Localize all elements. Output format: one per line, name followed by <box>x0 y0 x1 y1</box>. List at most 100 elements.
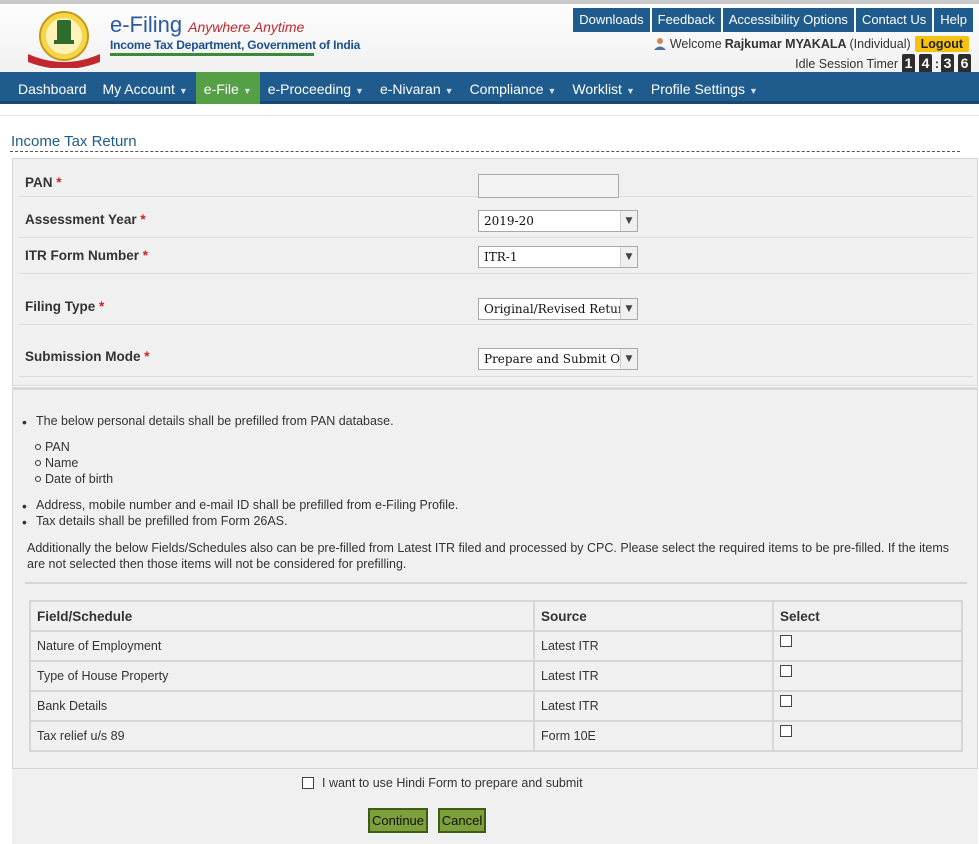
filing-type-select[interactable]: Original/Revised Return ▼ <box>478 298 638 320</box>
info-bullet: Tax details shall be prefilled from Form… <box>22 514 287 530</box>
chevron-down-icon: ▼ <box>547 86 557 96</box>
department-name: Income Tax Department, Government of Ind… <box>110 38 361 52</box>
nav-compliance[interactable]: Compliance ▼ <box>462 72 565 104</box>
select-checkbox[interactable] <box>780 634 792 647</box>
sub-nav-strip <box>0 104 979 116</box>
source-cell: Latest ITR <box>533 690 774 722</box>
info-bullet: The below personal details shall be pref… <box>22 414 394 430</box>
chevron-down-icon: ▼ <box>625 86 635 96</box>
feedback-link[interactable]: Feedback <box>651 8 721 32</box>
source-cell: Latest ITR <box>533 630 774 662</box>
nav-label: Profile Settings <box>650 81 746 97</box>
select-cell <box>772 660 963 692</box>
brand-underline <box>110 53 314 56</box>
prefill-note: Additionally the below Fields/Schedules … <box>27 541 949 571</box>
select-checkbox[interactable] <box>780 664 792 677</box>
nav-profile-settings[interactable]: Profile Settings ▼ <box>643 72 766 104</box>
info-sub-item: Date of birth <box>35 472 113 486</box>
source-cell: Latest ITR <box>533 660 774 692</box>
nav-e-file[interactable]: e-File ▼ <box>195 72 260 104</box>
divider <box>25 582 967 584</box>
nav-label: Compliance <box>469 81 544 97</box>
nav-label: e-File <box>203 81 239 97</box>
logout-button[interactable]: Logout <box>914 36 969 52</box>
assessment-year-row: Assessment Year * 2019-20 ▼ <box>19 202 973 238</box>
hindi-form-label: I want to use Hindi Form to prepare and … <box>322 776 583 790</box>
page-title: Income Tax Return <box>11 133 137 150</box>
prefill-info-panel: The below personal details shall be pref… <box>12 387 978 769</box>
itr-form-select[interactable]: ITR-1 ▼ <box>478 246 638 268</box>
chevron-down-icon: ▼ <box>620 211 637 231</box>
nav-label: e-Proceeding <box>267 81 352 97</box>
assessment-year-label: Assessment Year * <box>25 212 146 227</box>
emblem-logo <box>28 11 100 68</box>
nav-label: My Account <box>102 81 175 97</box>
source-cell: Form 10E <box>533 720 774 752</box>
filing-type-label: Filing Type * <box>25 299 105 314</box>
contact-us-link[interactable]: Contact Us <box>855 8 933 32</box>
accessibility-options-link[interactable]: Accessibility Options <box>722 8 854 32</box>
chevron-down-icon: ▼ <box>444 86 454 96</box>
timer-colon: : <box>934 56 940 71</box>
idle-session-timer: Idle Session Timer 1 4 : 3 6 <box>795 54 971 73</box>
timer-digit: 6 <box>958 54 971 73</box>
chevron-down-icon: ▼ <box>620 349 637 369</box>
submission-mode-select[interactable]: Prepare and Submit Online ▼ <box>478 348 638 370</box>
nav-dashboard[interactable]: Dashboard <box>10 72 95 104</box>
assessment-year-select[interactable]: 2019-20 ▼ <box>478 210 638 232</box>
user-type: (Individual) <box>849 37 911 51</box>
downloads-link[interactable]: Downloads <box>573 8 650 32</box>
timer-label: Idle Session Timer <box>795 56 898 71</box>
field-cell: Nature of Employment <box>29 630 535 662</box>
hindi-form-option: I want to use Hindi Form to prepare and … <box>302 776 583 790</box>
table-row: Bank Details Latest ITR <box>29 690 963 722</box>
main-nav: Dashboard My Account ▼ e-File ▼ e-Proceedi… <box>0 72 979 104</box>
chevron-down-icon: ▼ <box>242 86 252 96</box>
pan-label: PAN * <box>25 175 62 190</box>
nav-e-proceeding[interactable]: e-Proceeding ▼ <box>260 72 372 104</box>
select-checkbox[interactable] <box>780 694 792 707</box>
table-row: Tax relief u/s 89 Form 10E <box>29 720 963 752</box>
prefill-table: Field/Schedule Source Select Nature of E… <box>29 600 963 752</box>
info-bullet: Address, mobile number and e-mail ID sha… <box>22 498 458 514</box>
nav-worklist[interactable]: Worklist ▼ <box>564 72 642 104</box>
field-cell: Bank Details <box>29 690 535 722</box>
cancel-button[interactable]: Cancel <box>438 808 486 833</box>
nav-my-account[interactable]: My Account ▼ <box>95 72 196 104</box>
filing-type-row: Filing Type * Original/Revised Return ▼ <box>19 281 973 325</box>
pan-field[interactable] <box>478 174 619 198</box>
itr-form-label: ITR Form Number * <box>25 248 149 263</box>
title-divider <box>10 151 960 152</box>
user-name: Rajkumar MYAKALA <box>724 37 847 51</box>
column-header: Field/Schedule <box>29 600 535 632</box>
chevron-down-icon: ▼ <box>749 86 758 96</box>
chevron-down-icon: ▼ <box>620 247 637 267</box>
submission-mode-row: Submission Mode * Prepare and Submit Onl… <box>19 343 973 377</box>
nav-label: Dashboard <box>18 81 87 97</box>
nav-e-nivaran[interactable]: e-Nivaran ▼ <box>372 72 462 104</box>
field-cell: Type of House Property <box>29 660 535 692</box>
chevron-down-icon: ▼ <box>355 86 364 96</box>
itr-form-row: ITR Form Number * ITR-1 ▼ <box>19 238 973 274</box>
itr-form: PAN * Assessment Year * 2019-20 ▼ ITR For… <box>12 158 978 386</box>
column-header: Source <box>533 600 774 632</box>
help-link[interactable]: Help <box>934 8 973 32</box>
table-row: Type of House Property Latest ITR <box>29 660 963 692</box>
hindi-form-checkbox[interactable] <box>302 777 314 789</box>
nav-label: Worklist <box>572 81 622 97</box>
nav-label: e-Nivaran <box>379 81 441 97</box>
brand-tagline: Anywhere Anytime <box>188 19 305 35</box>
select-checkbox[interactable] <box>780 724 792 737</box>
info-sub-item: PAN <box>35 440 70 454</box>
welcome-bar: Welcome Rajkumar MYAKALA (Individual) Lo… <box>653 36 969 52</box>
brand-title: e-Filing <box>110 12 183 37</box>
field-cell: Tax relief u/s 89 <box>29 720 535 752</box>
welcome-prefix: Welcome <box>669 37 722 51</box>
chevron-down-icon: ▼ <box>620 299 637 319</box>
brand-block: e-Filing Anywhere Anytime Income Tax Depa… <box>110 12 360 56</box>
continue-button[interactable]: Continue <box>368 808 428 833</box>
pan-row: PAN * <box>19 161 973 198</box>
table-row: Nature of Employment Latest ITR <box>29 630 963 662</box>
timer-digit: 3 <box>941 54 954 73</box>
timer-digit: 1 <box>902 54 915 73</box>
